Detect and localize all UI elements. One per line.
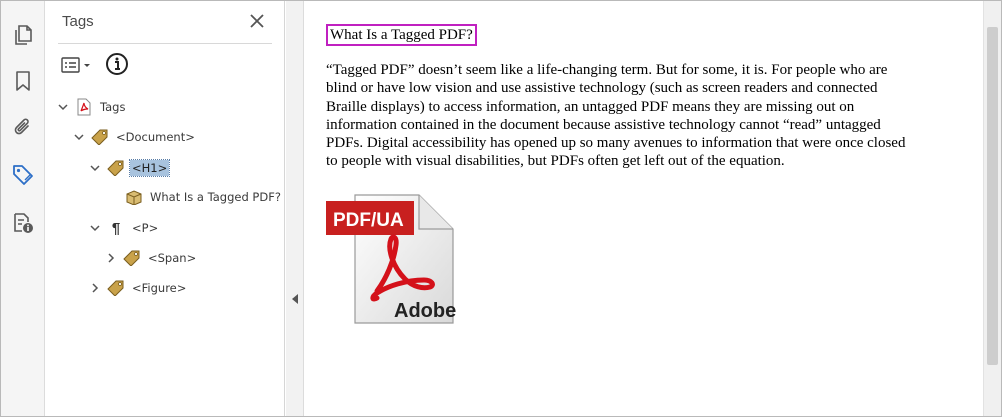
tag-icon: [90, 128, 110, 146]
chevron-down-icon[interactable]: [72, 130, 86, 144]
paragraph-line: PDFs. Digital accessibility has opened u…: [326, 135, 906, 152]
document-heading: What Is a Tagged PDF?: [326, 24, 477, 46]
paragraph-line: Braille displays) to access information,…: [326, 98, 855, 115]
content-box-icon: [124, 188, 144, 206]
tag-icon: [122, 249, 142, 267]
pdf-file-icon: [74, 98, 94, 116]
document-view: What Is a Tagged PDF? “Tagged PDF” doesn…: [305, 1, 982, 416]
tag-icon: [106, 159, 126, 177]
document-paragraph: “Tagged PDF” doesn’t seem like a life-ch…: [326, 61, 966, 171]
order-icon[interactable]: [9, 209, 37, 237]
bookmark-icon[interactable]: [9, 67, 37, 95]
tree-item-figure[interactable]: <Figure>: [88, 277, 188, 299]
options-menu-button[interactable]: [61, 54, 99, 76]
tree-item-p[interactable]: ¶ <P>: [88, 217, 160, 239]
tree-item-label: Tags: [100, 100, 126, 114]
tree-item-content[interactable]: What Is a Tagged PDF?: [120, 186, 283, 208]
panel-splitter[interactable]: [286, 1, 304, 416]
close-icon[interactable]: [248, 12, 266, 30]
adobe-wordmark: Adobe: [394, 300, 456, 322]
pages-icon[interactable]: [9, 21, 37, 49]
left-tool-rail: [1, 1, 45, 416]
paragraph-line: to people with visual disabilities, but …: [326, 153, 785, 170]
tree-item-label: <Span>: [148, 251, 197, 265]
tree-item-span[interactable]: <Span>: [104, 247, 198, 269]
tree-item-root[interactable]: Tags: [56, 96, 127, 118]
chevron-down-icon[interactable]: [88, 161, 102, 175]
panel-title: Tags: [62, 13, 94, 30]
divider: [58, 43, 272, 44]
paragraph-line: information contained in the document be…: [326, 116, 881, 133]
tree-item-label: What Is a Tagged PDF?: [150, 190, 281, 204]
tree-item-label: <P>: [132, 221, 159, 235]
chevron-down-icon[interactable]: [88, 221, 102, 235]
collapse-panel-icon[interactable]: [291, 291, 299, 304]
tree-item-h1[interactable]: <H1>: [88, 157, 171, 179]
paragraph-line: “Tagged PDF” doesn’t seem like a life-ch…: [326, 62, 888, 78]
chevron-down-icon[interactable]: [56, 100, 70, 114]
chevron-right-icon[interactable]: [104, 251, 118, 265]
tree-item-label: <Figure>: [132, 281, 187, 295]
info-icon[interactable]: [105, 52, 129, 76]
vertical-scrollbar[interactable]: [983, 1, 1001, 416]
pilcrow-icon: ¶: [111, 219, 121, 237]
chevron-right-icon[interactable]: [88, 281, 102, 295]
scroll-thumb[interactable]: [987, 27, 998, 365]
tag-icon: [106, 279, 126, 297]
tags-panel: Tags Tags <Document> <H1> What Is a Tagg…: [46, 1, 285, 416]
paragraph-line: blind or have low vision and use assisti…: [326, 80, 878, 97]
tree-item-label: <H1>: [128, 159, 171, 177]
pdf-ua-figure: PDF/UA Adobe: [325, 191, 457, 327]
tags-icon[interactable]: [9, 161, 37, 189]
pdf-ua-banner-text: PDF/UA: [333, 210, 404, 231]
attachment-icon[interactable]: [9, 113, 37, 141]
tree-item-document[interactable]: <Document>: [72, 126, 197, 148]
tree-item-label: <Document>: [116, 130, 195, 144]
